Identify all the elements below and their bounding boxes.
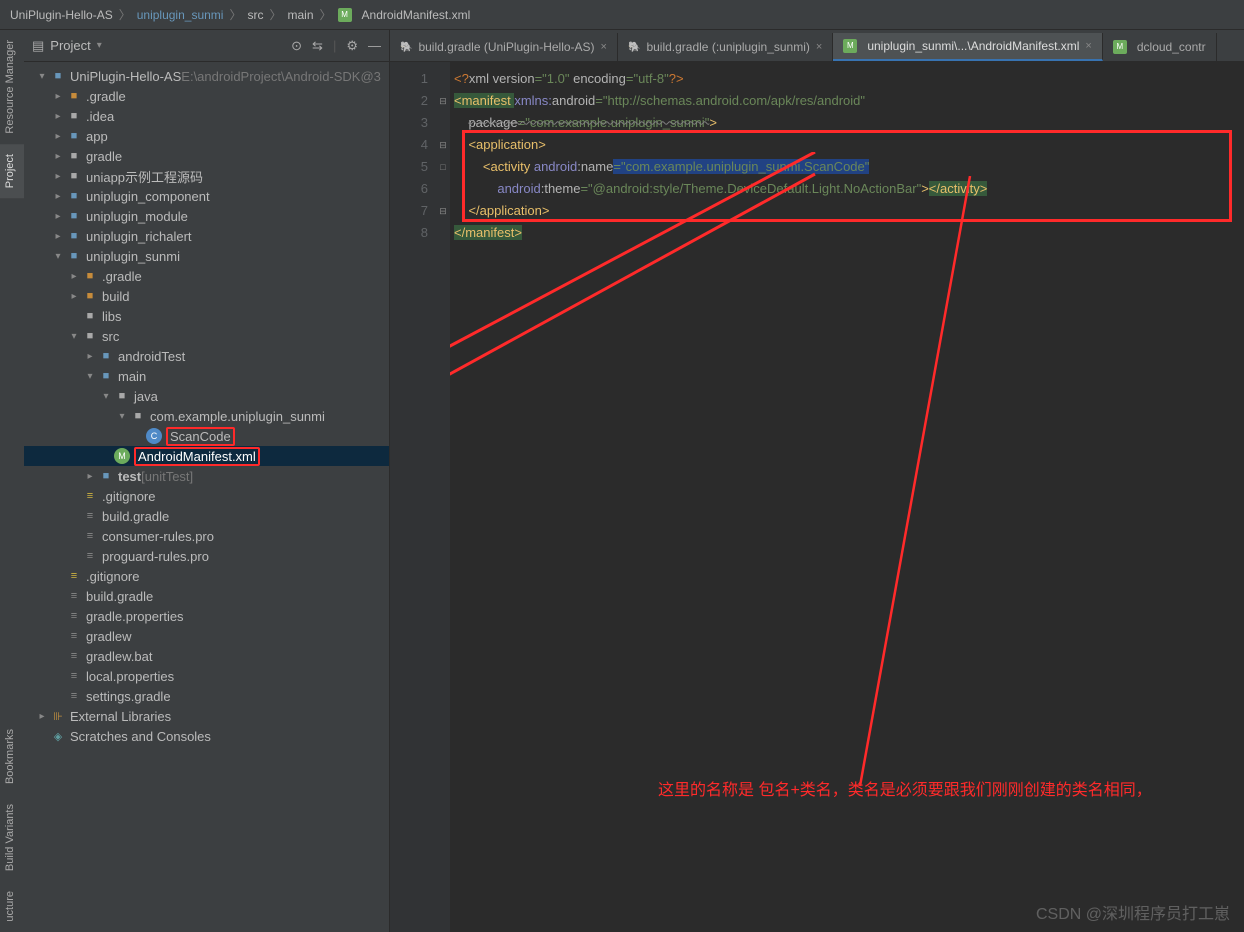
editor-tab[interactable]: Mdcloud_contr	[1103, 33, 1217, 61]
tree-item-java[interactable]: ▾■java	[24, 386, 389, 406]
tree-item-main[interactable]: ▾■main	[24, 366, 389, 386]
target-icon[interactable]: ⊙	[291, 38, 302, 54]
tab-bookmarks[interactable]: Bookmarks	[0, 719, 24, 794]
bc-2[interactable]: src	[247, 8, 263, 22]
project-panel: ▤ Project ▾ ⊙ ⇆ | ⚙ — ▾■UniPlugin-Hello-…	[24, 30, 390, 932]
tab-structure[interactable]: ucture	[0, 881, 24, 932]
bc-0[interactable]: UniPlugin-Hello-AS	[10, 8, 113, 22]
tree-item--gradle[interactable]: ▸■.gradle	[24, 86, 389, 106]
project-tree[interactable]: ▾■UniPlugin-Hello-AS E:\androidProject\A…	[24, 62, 389, 932]
watermark: CSDN @深圳程序员打工崽	[1036, 900, 1230, 924]
bc-1[interactable]: uniplugin_sunmi	[137, 8, 224, 22]
editor-tab[interactable]: 🐘build.gradle (UniPlugin-Hello-AS)×	[390, 33, 618, 61]
annotation-arrow-3	[730, 176, 1130, 816]
bc-3[interactable]: main	[288, 8, 314, 22]
tree-item-uniplugin_sunmi[interactable]: ▾■uniplugin_sunmi	[24, 246, 389, 266]
tree-item-proguard-rules-pro[interactable]: ≡proguard-rules.pro	[24, 546, 389, 566]
left-gutter-tabs: Resource Manager Project Bookmarks Build…	[0, 30, 24, 932]
tree-item-src[interactable]: ▾■src	[24, 326, 389, 346]
tab-build-variants[interactable]: Build Variants	[0, 794, 24, 881]
tree-item-androidmanifest-xml[interactable]: MAndroidManifest.xml	[24, 446, 389, 466]
tree-item-gradle[interactable]: ▸■gradle	[24, 146, 389, 166]
editor-tab[interactable]: Muniplugin_sunmi\...\AndroidManifest.xml…	[833, 33, 1103, 61]
tab-resource-manager[interactable]: Resource Manager	[0, 30, 24, 144]
tree-item-settings-gradle[interactable]: ≡settings.gradle	[24, 686, 389, 706]
close-icon[interactable]: ×	[816, 41, 822, 53]
tree-item-local-properties[interactable]: ≡local.properties	[24, 666, 389, 686]
sort-icon[interactable]: ⇆	[312, 38, 323, 54]
chevron-down-icon[interactable]: ▾	[97, 40, 102, 51]
tree-item-uniapp------[interactable]: ▸■uniapp示例工程源码	[24, 166, 389, 186]
tree-item-external-libraries[interactable]: ▸⊪External Libraries	[24, 706, 389, 726]
tree-item-build-gradle[interactable]: ≡build.gradle	[24, 506, 389, 526]
tree-item--idea[interactable]: ▸■.idea	[24, 106, 389, 126]
code-content[interactable]: <?xml version="1.0" encoding="utf-8"?> <…	[450, 62, 1244, 932]
annotation-arrow-2	[450, 152, 1030, 832]
gear-icon[interactable]: ⚙	[346, 38, 358, 54]
tree-item-gradlew-bat[interactable]: ≡gradlew.bat	[24, 646, 389, 666]
foldbar: ⊟⊟ □⊟	[436, 62, 450, 932]
tree-item-uniplugin_component[interactable]: ▸■uniplugin_component	[24, 186, 389, 206]
tree-item-libs[interactable]: ■libs	[24, 306, 389, 326]
annotation-text: 这里的名称是 包名+类名，类名是必须要跟我们刚刚创建的类名相同，	[658, 780, 1218, 802]
hide-icon[interactable]: —	[368, 38, 381, 54]
project-icon: ▤	[32, 38, 44, 54]
code-editor[interactable]: 12345678 ⊟⊟ □⊟ <?xml version="1.0" encod…	[390, 62, 1244, 932]
tree-item--gitignore[interactable]: ≡.gitignore	[24, 566, 389, 586]
annotation-box-code	[462, 130, 1232, 222]
panel-title[interactable]: Project	[50, 38, 90, 53]
tab-project[interactable]: Project	[0, 144, 24, 198]
tree-item-app[interactable]: ▸■app	[24, 126, 389, 146]
tree-item-uniplugin_module[interactable]: ▸■uniplugin_module	[24, 206, 389, 226]
tree-item-build[interactable]: ▸■build	[24, 286, 389, 306]
tree-item--gitignore[interactable]: ≡.gitignore	[24, 486, 389, 506]
tree-item--gradle[interactable]: ▸■.gradle	[24, 266, 389, 286]
xml-icon: M	[338, 8, 352, 22]
tree-item-consumer-rules-pro[interactable]: ≡consumer-rules.pro	[24, 526, 389, 546]
close-icon[interactable]: ×	[601, 41, 607, 53]
bc-4[interactable]: AndroidManifest.xml	[362, 8, 471, 22]
gutter: 12345678	[390, 62, 436, 932]
tree-item-uniplugin-hello-as[interactable]: ▾■UniPlugin-Hello-AS E:\androidProject\A…	[24, 66, 389, 86]
tree-item-build-gradle[interactable]: ≡build.gradle	[24, 586, 389, 606]
tree-item-uniplugin_richalert[interactable]: ▸■uniplugin_richalert	[24, 226, 389, 246]
tree-item-scancode[interactable]: CScanCode	[24, 426, 389, 446]
breadcrumbs: UniPlugin-Hello-AS〉 uniplugin_sunmi〉 src…	[0, 0, 1244, 30]
tree-item-gradlew[interactable]: ≡gradlew	[24, 626, 389, 646]
tree-item-scratches-and-consoles[interactable]: ◈Scratches and Consoles	[24, 726, 389, 746]
annotation-arrow-1	[450, 152, 1030, 802]
editor-tab[interactable]: 🐘build.gradle (:uniplugin_sunmi)×	[618, 33, 833, 61]
close-icon[interactable]: ×	[1085, 40, 1091, 52]
tree-item-test[interactable]: ▸■test [unitTest]	[24, 466, 389, 486]
tree-item-gradle-properties[interactable]: ≡gradle.properties	[24, 606, 389, 626]
tree-item-androidtest[interactable]: ▸■androidTest	[24, 346, 389, 366]
tree-item-com-example-uniplugin_sunmi[interactable]: ▾■com.example.uniplugin_sunmi	[24, 406, 389, 426]
divider-icon: |	[333, 38, 336, 54]
editor-tabs: 🐘build.gradle (UniPlugin-Hello-AS)×🐘buil…	[390, 30, 1244, 62]
